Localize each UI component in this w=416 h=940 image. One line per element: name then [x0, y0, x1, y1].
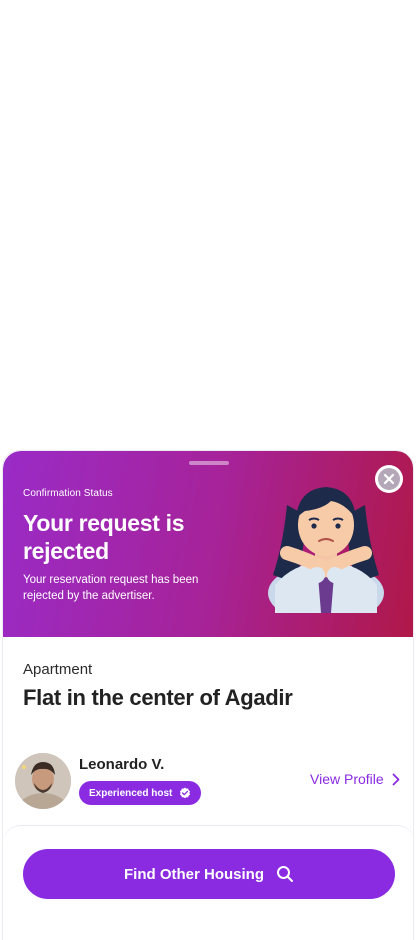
rejecting-woman-illustration [268, 487, 384, 613]
verified-check-icon [180, 787, 191, 799]
rejection-banner: Confirmation Status Your request is reje… [3, 451, 413, 637]
find-other-housing-label: Find Other Housing [124, 865, 264, 883]
find-other-housing-button[interactable]: Find Other Housing [23, 849, 395, 899]
confirmation-sheet: Confirmation Status Your request is reje… [2, 450, 414, 940]
drag-handle[interactable] [189, 461, 229, 465]
host-badge-label: Experienced host [89, 787, 173, 799]
host-name: Leonardo V. [79, 756, 165, 773]
listing-title: Flat in the center of Agadir [23, 685, 293, 710]
view-profile-link[interactable]: View Profile [310, 771, 400, 787]
rejection-description: Your reservation request has been reject… [23, 574, 199, 602]
host-avatar[interactable] [15, 753, 71, 809]
rejection-headline: Your request is rejected [23, 510, 185, 564]
search-icon [277, 866, 293, 882]
experienced-host-badge: Experienced host [79, 781, 202, 805]
listing-category: Apartment [23, 661, 93, 678]
chevron-right-icon [392, 773, 400, 785]
confirmation-status-label: Confirmation Status [23, 488, 113, 499]
view-profile-label: View Profile [310, 771, 384, 787]
